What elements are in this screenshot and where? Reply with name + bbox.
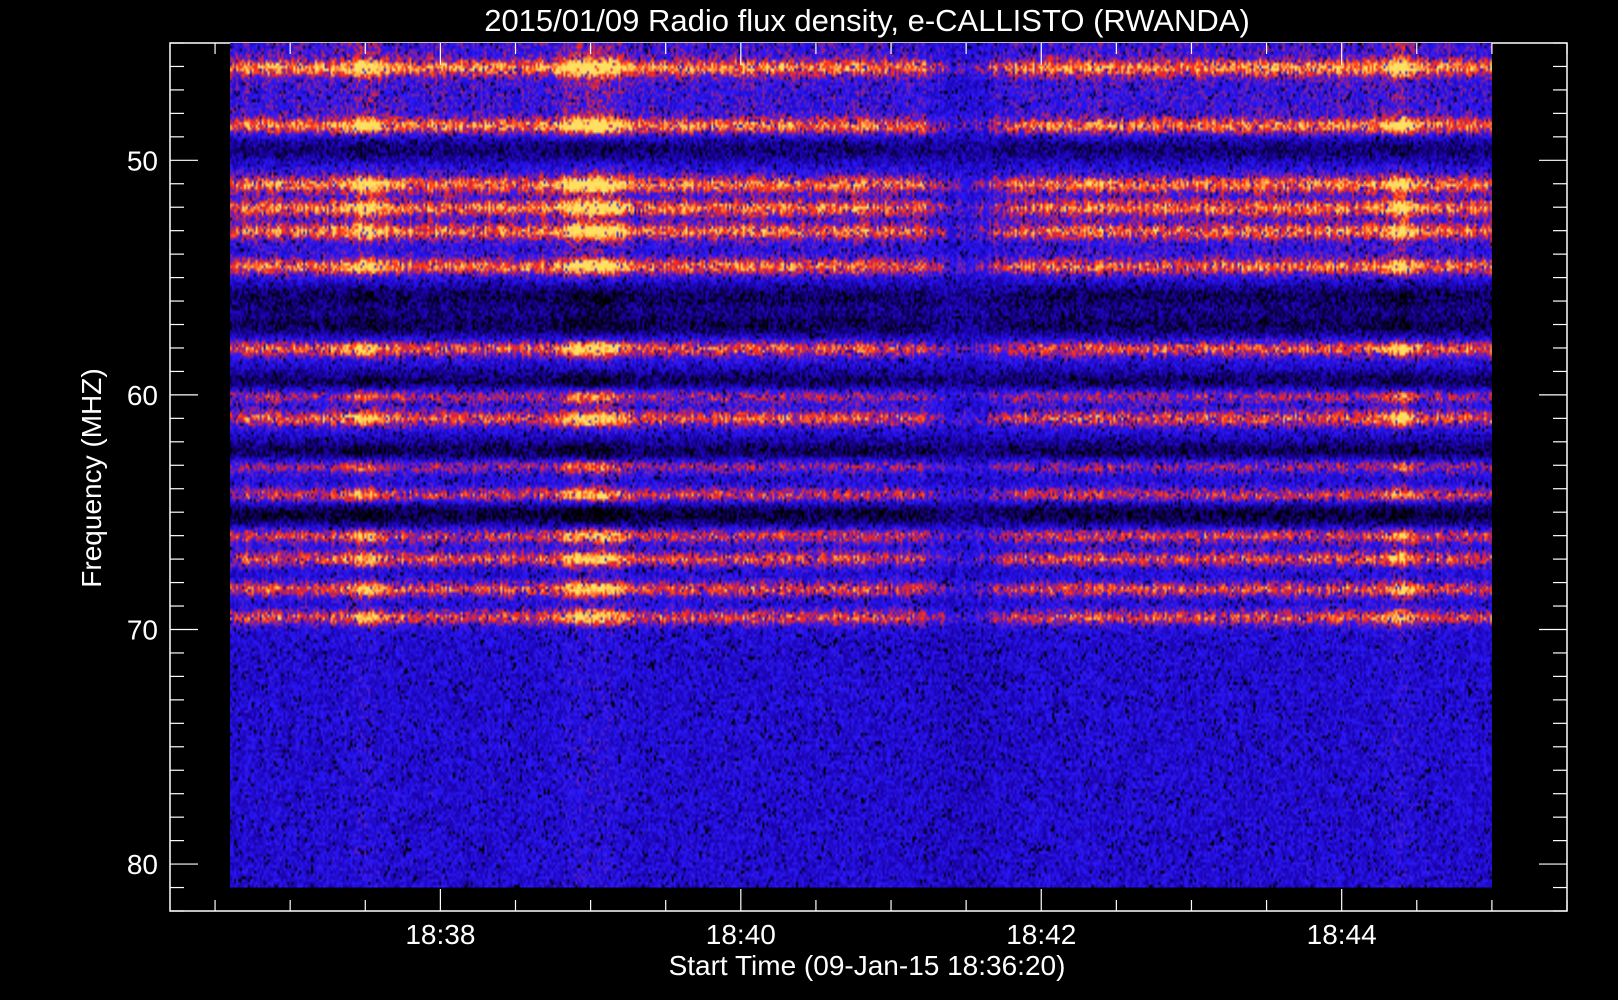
x-tick-label: 18:44: [1307, 919, 1377, 950]
x-axis-label: Start Time (09-Jan-15 18:36:20): [669, 950, 1066, 981]
y-tick-label: 80: [127, 849, 158, 880]
y-tick-label: 60: [127, 380, 158, 411]
y-axis-label: Frequency (MHZ): [76, 368, 107, 587]
spectrogram-chart: 2015/01/09 Radio flux density, e-CALLIST…: [76, 3, 1568, 981]
spectrogram-plot-area: [169, 42, 1568, 912]
y-tick-labels: 50 60 70 80: [127, 145, 158, 880]
x-tick-labels: 18:38 18:40 18:42 18:44: [405, 919, 1376, 950]
x-tick-label: 18:42: [1006, 919, 1076, 950]
x-tick-label: 18:38: [405, 919, 475, 950]
x-tick-label: 18:40: [706, 919, 776, 950]
chart-title: 2015/01/09 Radio flux density, e-CALLIST…: [484, 3, 1250, 38]
y-tick-label: 70: [127, 614, 158, 645]
spectrogram-heatmap: [230, 43, 1492, 888]
y-tick-label: 50: [127, 145, 158, 176]
